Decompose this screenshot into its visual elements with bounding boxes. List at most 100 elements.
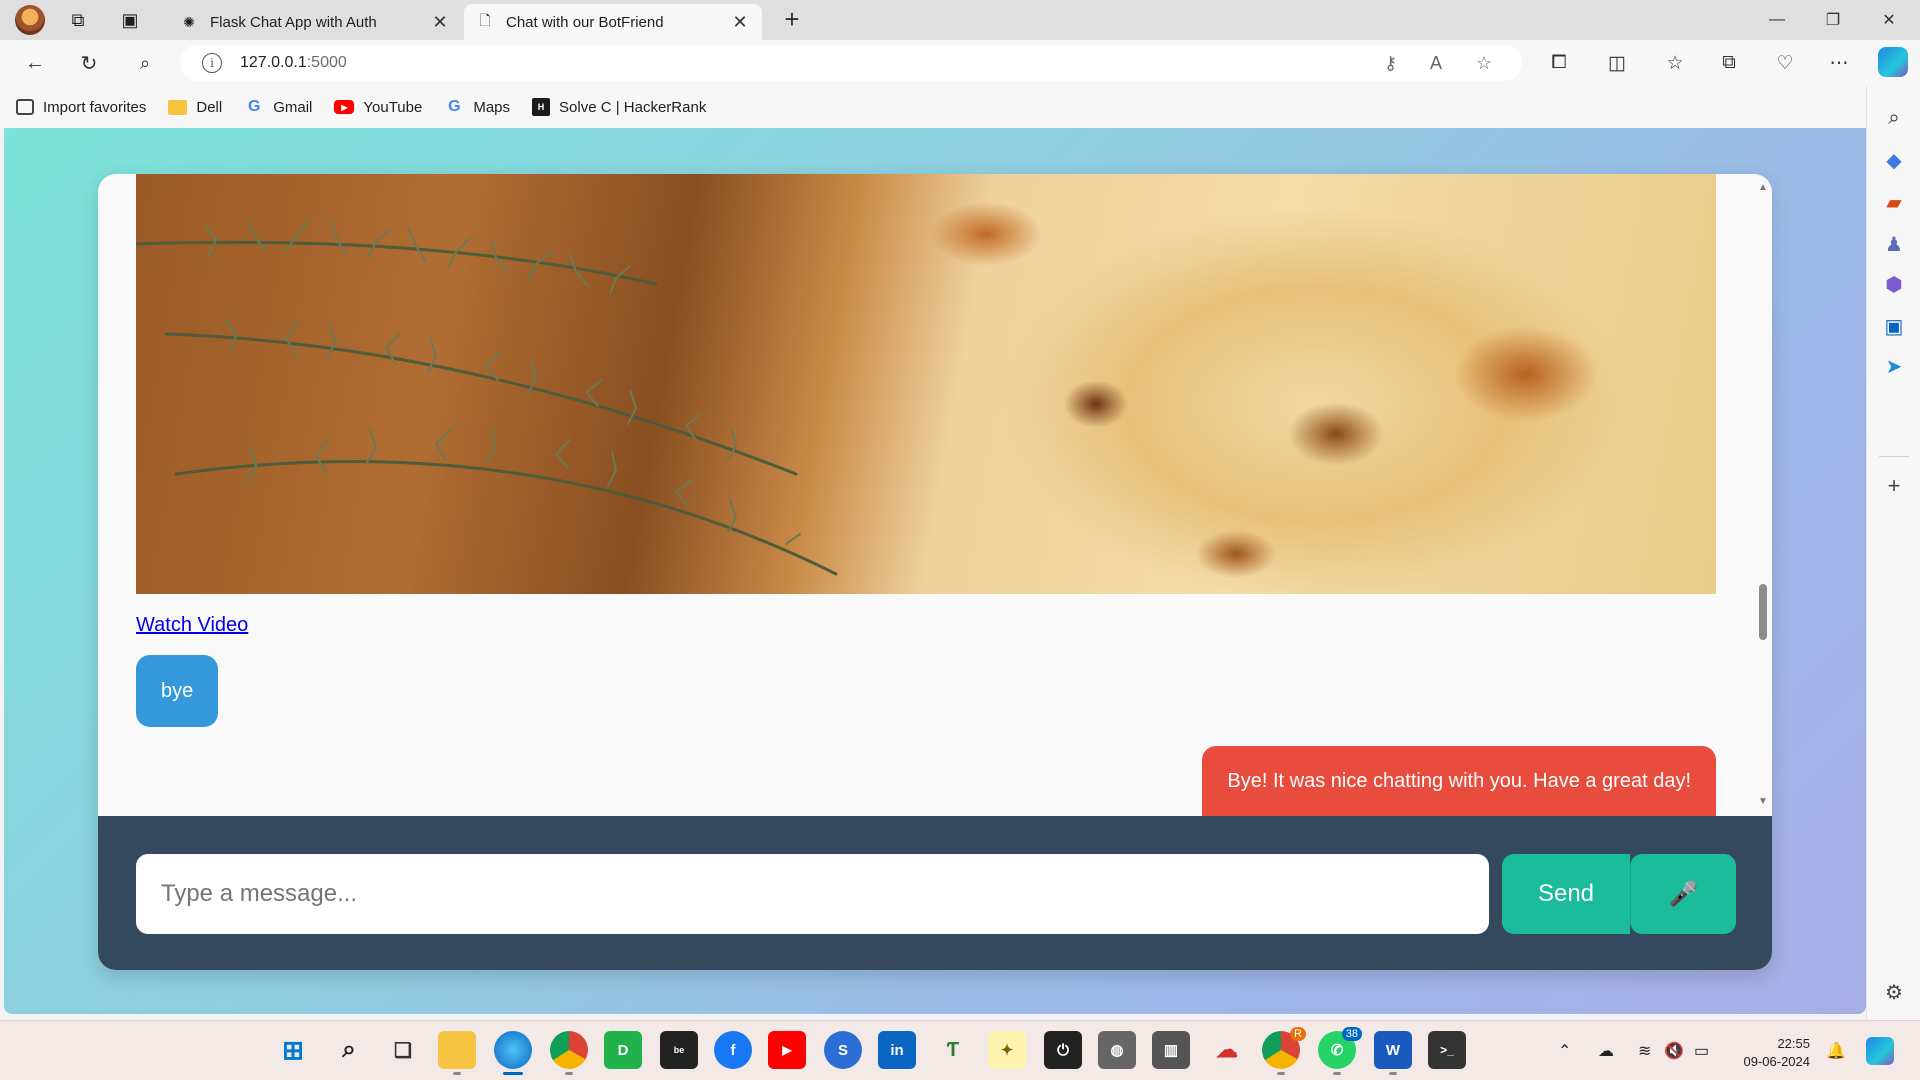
sidebar-divider (1879, 456, 1909, 457)
new-tab-button[interactable]: + (776, 4, 808, 35)
split-screen-icon[interactable]: ◫ (1604, 52, 1630, 75)
profile-avatar[interactable] (8, 0, 52, 40)
terminal-icon[interactable]: >_ (1428, 1031, 1466, 1069)
word-icon[interactable]: W (1374, 1031, 1412, 1075)
windows-taskbar: ⊞ ⌕ ❏ D be f ▶ S in Ƭ ✦ ⏻ ◍ ▥ ☁ R ✆ 38 W… (0, 1020, 1920, 1080)
scroll-up-arrow-icon[interactable]: ▲ (1758, 182, 1768, 193)
scroll-thumb[interactable] (1759, 584, 1767, 640)
facebook-icon[interactable]: f (714, 1031, 752, 1069)
favorite-label: Maps (473, 98, 511, 116)
battery-icon[interactable]: ▭ (1694, 1041, 1709, 1061)
hackerrank-icon: H (532, 98, 551, 116)
password-key-icon[interactable]: ⚷ (1384, 53, 1397, 74)
whatsapp-icon[interactable]: ✆ 38 (1318, 1027, 1362, 1075)
tab-title: Flask Chat App with Auth (210, 13, 377, 31)
message-input[interactable] (136, 854, 1489, 934)
vpn-app-icon[interactable]: ◍ (1098, 1031, 1136, 1069)
settings-gear-icon[interactable]: ⚙ (1880, 978, 1908, 1006)
whatsapp-badge: 38 (1341, 1027, 1362, 1041)
beebom-icon[interactable]: be (660, 1031, 698, 1069)
wifi-icon[interactable]: ≋ (1638, 1041, 1651, 1061)
clock-time: 22:55 (1777, 1036, 1810, 1051)
extensions-icon[interactable]: ⧠ (1546, 52, 1572, 74)
chrome-profile-badge: R (1290, 1027, 1306, 1041)
drop-icon[interactable]: ➤ (1880, 352, 1908, 380)
favorite-gmail[interactable]: G Gmail (244, 98, 312, 116)
youtube-icon: ▶ (334, 100, 355, 114)
search-icon[interactable]: ⌕ (330, 1031, 368, 1069)
edge-browser-icon[interactable] (494, 1031, 532, 1075)
power-app-icon[interactable]: ⏻ (1044, 1031, 1082, 1069)
volume-muted-icon[interactable]: 🔇 (1664, 1041, 1684, 1061)
toolbox-icon[interactable]: ▰ (1880, 188, 1908, 216)
close-tab-icon[interactable]: ✕ (730, 12, 750, 33)
favorite-hackerrank[interactable]: H Solve C | HackerRank (532, 98, 706, 116)
shopping-tag-icon[interactable]: ◆ (1880, 146, 1908, 174)
system-clock[interactable]: 22:55 09-06-2024 (1734, 1035, 1811, 1071)
pizza-image (136, 174, 1716, 594)
microphone-button[interactable]: 🎤 (1630, 854, 1736, 934)
chevron-up-icon[interactable]: ⌃ (1558, 1041, 1571, 1061)
maximize-button[interactable]: ❐ (1806, 0, 1860, 40)
google-icon: G (448, 98, 461, 115)
favorite-label: Dell (196, 98, 223, 116)
google-icon: G (247, 98, 261, 115)
microphone-icon: 🎤 (1668, 880, 1699, 908)
stripes-app-icon[interactable]: ▥ (1152, 1031, 1190, 1069)
close-tab-icon[interactable]: ✕ (430, 12, 450, 33)
more-menu-icon[interactable]: ⋯ (1826, 52, 1852, 75)
favorite-youtube[interactable]: ▶ YouTube (334, 99, 422, 116)
chat-messages[interactable]: Watch Video bye Bye! It was nice chattin… (98, 174, 1772, 816)
add-icon[interactable]: + (1880, 472, 1908, 500)
favorite-dell[interactable]: Dell (168, 99, 222, 116)
clock-date: 09-06-2024 (1743, 1054, 1811, 1069)
chrome-profile-icon[interactable]: R (1262, 1027, 1306, 1075)
outlook-icon[interactable]: ▣ (1880, 312, 1908, 340)
windows-start-icon[interactable]: ⊞ (274, 1031, 312, 1069)
tab-botfriend[interactable]: 🗋 Chat with our BotFriend ✕ (464, 4, 762, 40)
microsoft-365-icon[interactable]: ⬢ (1880, 270, 1908, 298)
notification-bell-icon[interactable]: 🔔 (1826, 1041, 1846, 1061)
favorite-maps[interactable]: G Maps (444, 98, 510, 116)
scroll-down-arrow-icon[interactable]: ▼ (1758, 796, 1768, 807)
minimize-button[interactable]: — (1750, 0, 1804, 40)
import-icon (16, 99, 34, 115)
dev-app-icon[interactable]: D (604, 1031, 642, 1069)
watch-video-link[interactable]: Watch Video (136, 614, 248, 637)
read-aloud-icon[interactable]: A (1430, 53, 1442, 74)
refresh-icon[interactable]: ↻ (72, 46, 106, 80)
close-window-button[interactable]: ✕ (1862, 0, 1916, 40)
copilot-icon[interactable] (1878, 47, 1908, 77)
file-explorer-icon[interactable] (438, 1031, 476, 1075)
workspaces-icon[interactable]: ⧉ (56, 0, 100, 40)
send-button[interactable]: Send (1502, 854, 1630, 934)
task-view-icon[interactable]: ❏ (384, 1031, 422, 1069)
idea-app-icon[interactable]: ✦ (988, 1031, 1026, 1069)
copilot-icon[interactable] (1866, 1037, 1894, 1065)
tab-actions-icon[interactable]: ▣ (108, 0, 152, 40)
chat-scrollbar[interactable]: ▲ ▼ (1754, 174, 1772, 816)
openai-icon: ✺ (183, 13, 195, 30)
site-info-icon[interactable]: i (202, 53, 222, 73)
back-icon[interactable]: ← (18, 46, 52, 80)
games-icon[interactable]: ♟ (1880, 230, 1908, 258)
collections-icon[interactable]: ⧉ (1716, 52, 1742, 74)
youtube-icon[interactable]: ▶ (768, 1031, 806, 1069)
tab-flask-chat[interactable]: ✺ Flask Chat App with Auth ✕ (168, 4, 462, 40)
sprout-icon[interactable]: Ƭ (934, 1031, 972, 1069)
onedrive-icon[interactable]: ☁ (1598, 1041, 1614, 1061)
cloud-icon[interactable]: ☁ (1208, 1031, 1246, 1069)
skillsoft-icon[interactable]: S (824, 1031, 862, 1069)
favorites-icon[interactable]: ☆ (1662, 52, 1688, 75)
chrome-icon[interactable] (550, 1031, 588, 1075)
search-icon[interactable]: ⌕ (128, 46, 162, 80)
page-icon: 🗋 (479, 12, 491, 28)
favorite-star-icon[interactable]: ☆ (1476, 53, 1492, 74)
linkedin-icon[interactable]: in (878, 1031, 916, 1069)
favorite-label: YouTube (363, 98, 423, 116)
favorite-import[interactable]: Import favorites (16, 99, 146, 116)
search-icon[interactable]: ⌕ (1880, 104, 1908, 132)
url-host: 127.0.0.1 (240, 54, 307, 71)
address-bar[interactable]: i 127.0.0.1:5000 ⚷ A ☆ (180, 45, 1522, 81)
browser-essentials-icon[interactable]: ♡ (1772, 52, 1798, 75)
